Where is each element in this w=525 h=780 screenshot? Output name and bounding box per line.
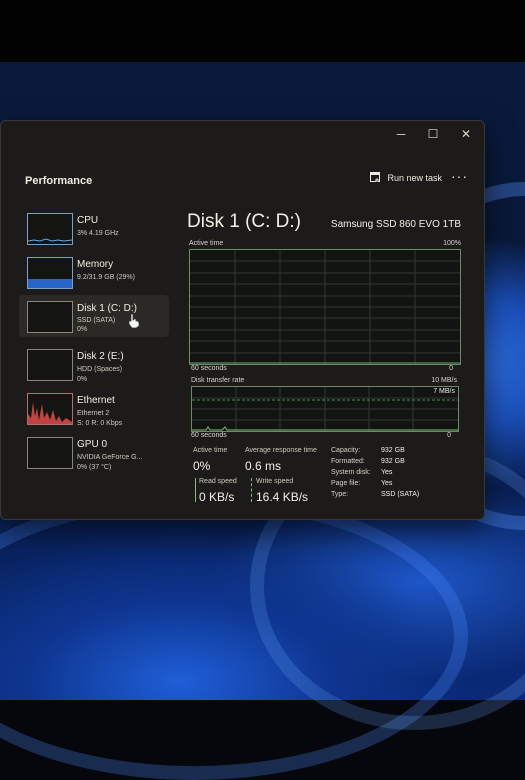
memory-thumbnail bbox=[27, 257, 73, 289]
mouse-cursor-icon bbox=[128, 313, 140, 329]
more-options-icon[interactable]: ··· bbox=[451, 168, 468, 184]
maximize-icon[interactable]: ☐ bbox=[423, 125, 443, 143]
sidebar-item-disk1[interactable]: Disk 1 (C: D:) SSD (SATA) 0% bbox=[19, 295, 169, 337]
property-row: Type: SSD (SATA) bbox=[331, 489, 419, 500]
read-speed-label: Read speed bbox=[199, 478, 237, 485]
read-speed-indicator bbox=[195, 478, 196, 502]
cpu-thumbnail bbox=[27, 213, 73, 245]
property-key: Formatted: bbox=[331, 458, 365, 465]
page-title: Performance bbox=[25, 175, 93, 187]
transfer-graph-span: 60 seconds bbox=[191, 432, 227, 439]
sidebar-item-disk2[interactable]: Disk 2 (E:) HDD (Spaces) 0% bbox=[19, 343, 169, 383]
active-time-graph-min: 0 bbox=[449, 365, 453, 372]
sidebar-item-label: Memory bbox=[77, 259, 114, 270]
read-speed-value: 0 KB/s bbox=[199, 490, 235, 504]
title-bar[interactable]: ─ ☐ ✕ bbox=[1, 121, 484, 147]
run-task-icon bbox=[370, 172, 381, 182]
task-manager-window: ─ ☐ ✕ Performance Run new task ··· CPU 3… bbox=[0, 120, 485, 520]
property-value: Yes bbox=[381, 480, 393, 487]
gpu-thumbnail bbox=[27, 437, 73, 469]
property-row: Page file: Yes bbox=[331, 478, 419, 489]
property-key: Capacity: bbox=[331, 447, 361, 454]
transfer-rate-graph bbox=[191, 386, 459, 432]
sidebar-item-ethernet[interactable]: Ethernet Ethernet 2 S: 0 R: 0 Kbps bbox=[19, 387, 169, 427]
disk-detail-panel: Disk 1 (C: D:) Samsung SSD 860 EVO 1TB A… bbox=[187, 211, 463, 511]
property-key: Page file: bbox=[331, 480, 361, 487]
ethernet-thumbnail bbox=[27, 393, 73, 425]
transfer-graph-marker: 7 MB/s bbox=[433, 388, 455, 395]
sidebar-item-usage: 0% (37 °C) bbox=[77, 464, 112, 471]
sidebar-item-usage: 0% bbox=[77, 326, 88, 333]
transfer-graph-label: Disk transfer rate bbox=[191, 377, 245, 384]
property-value: SSD (SATA) bbox=[381, 491, 420, 498]
disk1-thumbnail bbox=[27, 301, 73, 333]
sidebar-item-detail: NVIDIA GeForce G... bbox=[77, 454, 143, 461]
sidebar-item-detail: SSD (SATA) bbox=[77, 317, 116, 324]
sidebar-item-label: Ethernet bbox=[77, 395, 115, 406]
minimize-icon[interactable]: ─ bbox=[391, 125, 411, 143]
run-new-task-label: Run new task bbox=[387, 172, 442, 183]
property-row: System disk: Yes bbox=[331, 467, 419, 478]
sidebar-item-gpu0[interactable]: GPU 0 NVIDIA GeForce G... 0% (37 °C) bbox=[19, 431, 169, 471]
run-new-task-button[interactable]: Run new task bbox=[370, 172, 442, 183]
disk-title: Disk 1 (C: D:) bbox=[187, 211, 301, 232]
property-key: System disk: bbox=[331, 469, 371, 476]
active-time-graph-max: 100% bbox=[443, 240, 461, 247]
active-time-graph bbox=[189, 249, 461, 365]
property-value: Yes bbox=[381, 469, 393, 476]
active-time-graph-label: Active time bbox=[189, 240, 224, 247]
sidebar-item-usage: 0% bbox=[77, 376, 88, 383]
disk2-thumbnail bbox=[27, 349, 73, 381]
property-row: Formatted: 932 GB bbox=[331, 456, 419, 467]
sidebar-item-detail: HDD (Spaces) bbox=[77, 366, 123, 373]
avg-response-label: Average response time bbox=[245, 447, 317, 454]
sidebar-item-usage: S: 0 R: 0 Kbps bbox=[77, 420, 123, 427]
sidebar-item-detail: 9.2/31.9 GB (29%) bbox=[77, 274, 135, 281]
write-speed-indicator bbox=[251, 478, 252, 502]
write-speed-value: 16.4 KB/s bbox=[256, 490, 309, 504]
sidebar-item-memory[interactable]: Memory 9.2/31.9 GB (29%) bbox=[19, 251, 169, 291]
close-icon[interactable]: ✕ bbox=[456, 125, 476, 143]
sidebar-item-detail: Ethernet 2 bbox=[77, 410, 110, 417]
property-row: Capacity: 932 GB bbox=[331, 445, 419, 456]
page-header: Performance Run new task ··· bbox=[11, 161, 470, 197]
transfer-graph-min: 0 bbox=[447, 432, 451, 439]
active-time-graph-span: 60 seconds bbox=[191, 365, 227, 372]
sidebar-item-label: CPU bbox=[77, 215, 99, 226]
monitor-bezel bbox=[0, 0, 525, 62]
write-speed-label: Write speed bbox=[256, 478, 294, 485]
disk-model: Samsung SSD 860 EVO 1TB bbox=[330, 219, 461, 230]
active-time-stat-label: Active time bbox=[193, 447, 228, 454]
active-time-stat-value: 0% bbox=[193, 459, 211, 473]
sidebar-item-cpu[interactable]: CPU 3% 4.19 GHz bbox=[19, 207, 169, 247]
property-value: 932 GB bbox=[381, 447, 405, 454]
sidebar-item-detail: 3% 4.19 GHz bbox=[77, 230, 119, 237]
sidebar: CPU 3% 4.19 GHz Memory 9.2/31.9 GB (29%)… bbox=[19, 201, 171, 501]
transfer-graph-max: 10 MB/s bbox=[431, 377, 457, 384]
sidebar-item-label: Disk 2 (E:) bbox=[77, 351, 124, 362]
property-value: 932 GB bbox=[381, 458, 405, 465]
sidebar-item-label: GPU 0 bbox=[77, 439, 108, 450]
avg-response-value: 0.6 ms bbox=[245, 459, 282, 473]
property-key: Type: bbox=[331, 491, 349, 498]
disk-properties: Capacity: 932 GB Formatted: 932 GB System … bbox=[331, 445, 419, 500]
